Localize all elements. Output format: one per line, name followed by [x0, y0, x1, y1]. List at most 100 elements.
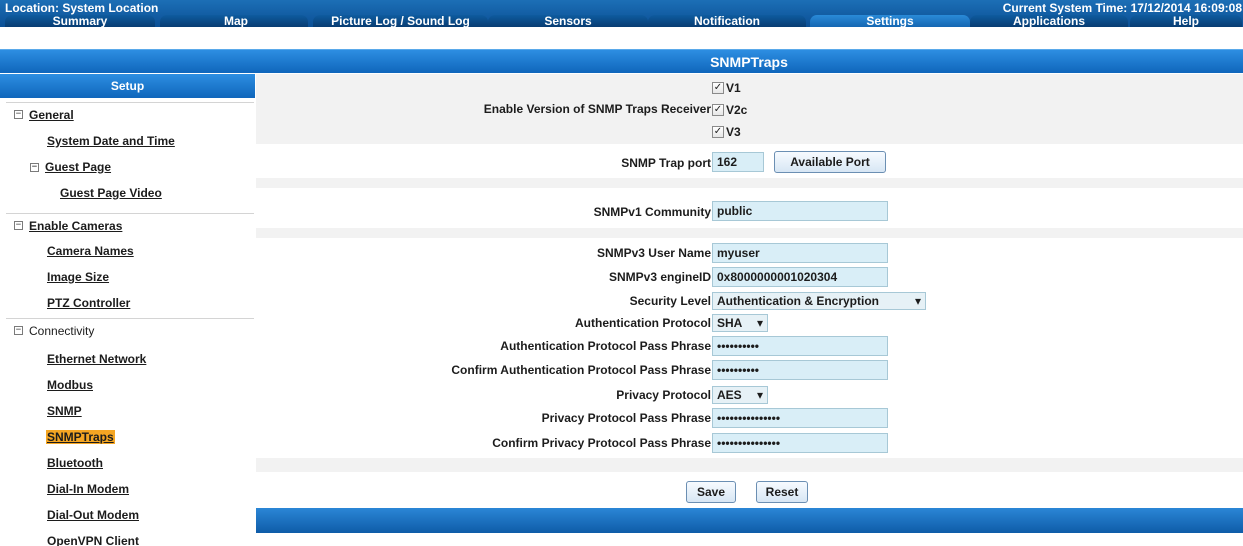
- auth-protocol-select[interactable]: SHA ▾: [712, 314, 768, 332]
- sidebar-item-snmptraps[interactable]: SNMPTraps: [46, 430, 115, 444]
- available-port-button[interactable]: Available Port: [774, 151, 886, 173]
- checkbox-v3-label: V3: [726, 125, 741, 139]
- band-spacer: [256, 178, 1243, 188]
- snmptraps-form: Enable Version of SNMP Traps Receiver ✓ …: [256, 74, 1243, 546]
- checkmark-icon[interactable]: ✓: [712, 104, 724, 116]
- sidebar-group-general-label[interactable]: General: [29, 108, 74, 122]
- sidebar-group-connectivity-label[interactable]: Connectivity: [29, 324, 94, 338]
- tab-map[interactable]: Map: [160, 15, 308, 27]
- top-bar: Location: System Location Current System…: [0, 0, 1243, 27]
- sidebar-header: Setup: [0, 74, 256, 98]
- sidebar-item-guest-page-video[interactable]: Guest Page Video: [60, 186, 162, 200]
- band-versions: [256, 74, 1243, 144]
- sidebar-item-label[interactable]: Camera Names: [47, 244, 134, 258]
- auth-protocol-value: SHA: [717, 316, 743, 330]
- sidebar: Setup − General System Date and Time − G…: [0, 74, 256, 546]
- sidebar-item-label[interactable]: Guest Page Video: [60, 186, 162, 200]
- privacy-pass-label: Privacy Protocol Pass Phrase: [541, 411, 711, 425]
- tab-map-label: Map: [224, 15, 248, 27]
- sidebar-item-bluetooth[interactable]: Bluetooth: [47, 456, 103, 470]
- auth-pass-label: Authentication Protocol Pass Phrase: [500, 339, 711, 353]
- auth-pass-input[interactable]: ••••••••••: [712, 336, 888, 356]
- triangle-down-icon: ▾: [914, 294, 921, 308]
- sidebar-item-label[interactable]: Bluetooth: [47, 456, 103, 470]
- v3-engine-input[interactable]: 0x8000000001020304: [712, 267, 888, 287]
- sidebar-item-ptz-controller[interactable]: PTZ Controller: [47, 296, 130, 310]
- confirm-auth-pass-input[interactable]: ••••••••••: [712, 360, 888, 380]
- checkbox-v2c[interactable]: ✓ V2c: [712, 103, 747, 117]
- sidebar-group-enable-cameras-label[interactable]: Enable Cameras: [29, 219, 122, 233]
- minus-box-icon[interactable]: −: [14, 221, 23, 230]
- tab-help[interactable]: Help: [1130, 15, 1242, 27]
- tab-notification[interactable]: Notification: [648, 15, 806, 27]
- sidebar-subgroup-guest-page[interactable]: − Guest Page: [30, 160, 111, 174]
- security-level-select[interactable]: Authentication & Encryption ▾: [712, 292, 926, 310]
- sidebar-item-dial-in-modem[interactable]: Dial-In Modem: [47, 482, 129, 496]
- privacy-protocol-value: AES: [717, 388, 742, 402]
- page-title-bar: SNMPTraps: [0, 49, 1243, 73]
- sidebar-item-label[interactable]: OpenVPN Client: [47, 534, 139, 546]
- sidebar-item-dial-out-modem[interactable]: Dial-Out Modem: [47, 508, 139, 522]
- sidebar-item-image-size[interactable]: Image Size: [47, 270, 109, 284]
- privacy-pass-input[interactable]: •••••••••••••••: [712, 408, 888, 428]
- trap-port-label: SNMP Trap port: [621, 156, 711, 170]
- v1-community-label: SNMPv1 Community: [593, 205, 711, 219]
- footer-bar: [256, 508, 1243, 533]
- v1-community-input[interactable]: public: [712, 201, 888, 221]
- triangle-down-icon: ▾: [756, 316, 763, 330]
- checkbox-v2c-label: V2c: [726, 103, 748, 117]
- sidebar-item-label[interactable]: SNMP: [47, 404, 82, 418]
- confirm-privacy-pass-label: Confirm Privacy Protocol Pass Phrase: [492, 436, 711, 450]
- sidebar-item-label[interactable]: SNMPTraps: [46, 430, 115, 444]
- v3-engine-label: SNMPv3 engineID: [608, 270, 711, 284]
- confirm-privacy-pass-input[interactable]: •••••••••••••••: [712, 433, 888, 453]
- band-spacer: [256, 458, 1243, 472]
- checkbox-v3[interactable]: ✓ V3: [712, 125, 741, 139]
- sidebar-item-system-date-time[interactable]: System Date and Time: [47, 134, 175, 148]
- sidebar-group-general[interactable]: − General: [6, 102, 254, 126]
- tab-sensors[interactable]: Sensors: [488, 15, 648, 27]
- sidebar-item-label[interactable]: System Date and Time: [47, 134, 175, 148]
- checkbox-v1[interactable]: ✓ V1: [712, 81, 741, 95]
- minus-box-icon[interactable]: −: [14, 326, 23, 335]
- sidebar-item-label[interactable]: Ethernet Network: [47, 352, 146, 366]
- sidebar-item-label[interactable]: Dial-Out Modem: [47, 508, 139, 522]
- tab-picture-log[interactable]: Picture Log / Sound Log: [313, 15, 488, 27]
- location-label: Location: System Location: [5, 1, 159, 15]
- sidebar-item-ethernet-network[interactable]: Ethernet Network: [47, 352, 146, 366]
- auth-protocol-label: Authentication Protocol: [575, 316, 711, 330]
- main-tabs: Summary Map Picture Log / Sound Log Sens…: [0, 15, 1243, 27]
- sidebar-item-label[interactable]: Dial-In Modem: [47, 482, 129, 496]
- tab-summary[interactable]: Summary: [5, 15, 155, 27]
- minus-box-icon[interactable]: −: [30, 162, 39, 172]
- sidebar-item-label[interactable]: PTZ Controller: [47, 296, 130, 310]
- v3-user-label: SNMPv3 User Name: [596, 246, 711, 260]
- sidebar-item-label[interactable]: Guest Page: [45, 160, 111, 174]
- sidebar-group-enable-cameras[interactable]: − Enable Cameras: [6, 213, 254, 237]
- triangle-down-icon: ▾: [756, 388, 763, 402]
- sidebar-item-snmp[interactable]: SNMP: [47, 404, 82, 418]
- checkbox-v1-label: V1: [726, 81, 741, 95]
- privacy-protocol-select[interactable]: AES ▾: [712, 386, 768, 404]
- sidebar-item-camera-names[interactable]: Camera Names: [47, 244, 134, 258]
- minus-box-icon[interactable]: −: [14, 110, 23, 119]
- save-button[interactable]: Save: [686, 481, 736, 503]
- security-level-value: Authentication & Encryption: [717, 294, 879, 308]
- sidebar-group-connectivity[interactable]: − Connectivity: [6, 318, 254, 342]
- tab-applications[interactable]: Applications: [970, 15, 1128, 27]
- sidebar-item-openvpn-client[interactable]: OpenVPN Client: [47, 534, 139, 546]
- sidebar-item-modbus[interactable]: Modbus: [47, 378, 93, 392]
- sidebar-item-label[interactable]: Modbus: [47, 378, 93, 392]
- privacy-protocol-label: Privacy Protocol: [616, 388, 711, 402]
- security-level-label: Security Level: [629, 294, 711, 308]
- confirm-auth-pass-label: Confirm Authentication Protocol Pass Phr…: [451, 363, 711, 377]
- tab-settings[interactable]: Settings: [810, 15, 970, 27]
- enable-versions-label: Enable Version of SNMP Traps Receiver: [483, 102, 711, 116]
- checkmark-icon[interactable]: ✓: [712, 126, 724, 138]
- sidebar-item-label[interactable]: Image Size: [47, 270, 109, 284]
- system-time: Current System Time: 17/12/2014 16:09:08: [1002, 1, 1242, 15]
- checkmark-icon[interactable]: ✓: [712, 82, 724, 94]
- v3-user-input[interactable]: myuser: [712, 243, 888, 263]
- reset-button[interactable]: Reset: [756, 481, 808, 503]
- trap-port-input[interactable]: 162: [712, 152, 764, 172]
